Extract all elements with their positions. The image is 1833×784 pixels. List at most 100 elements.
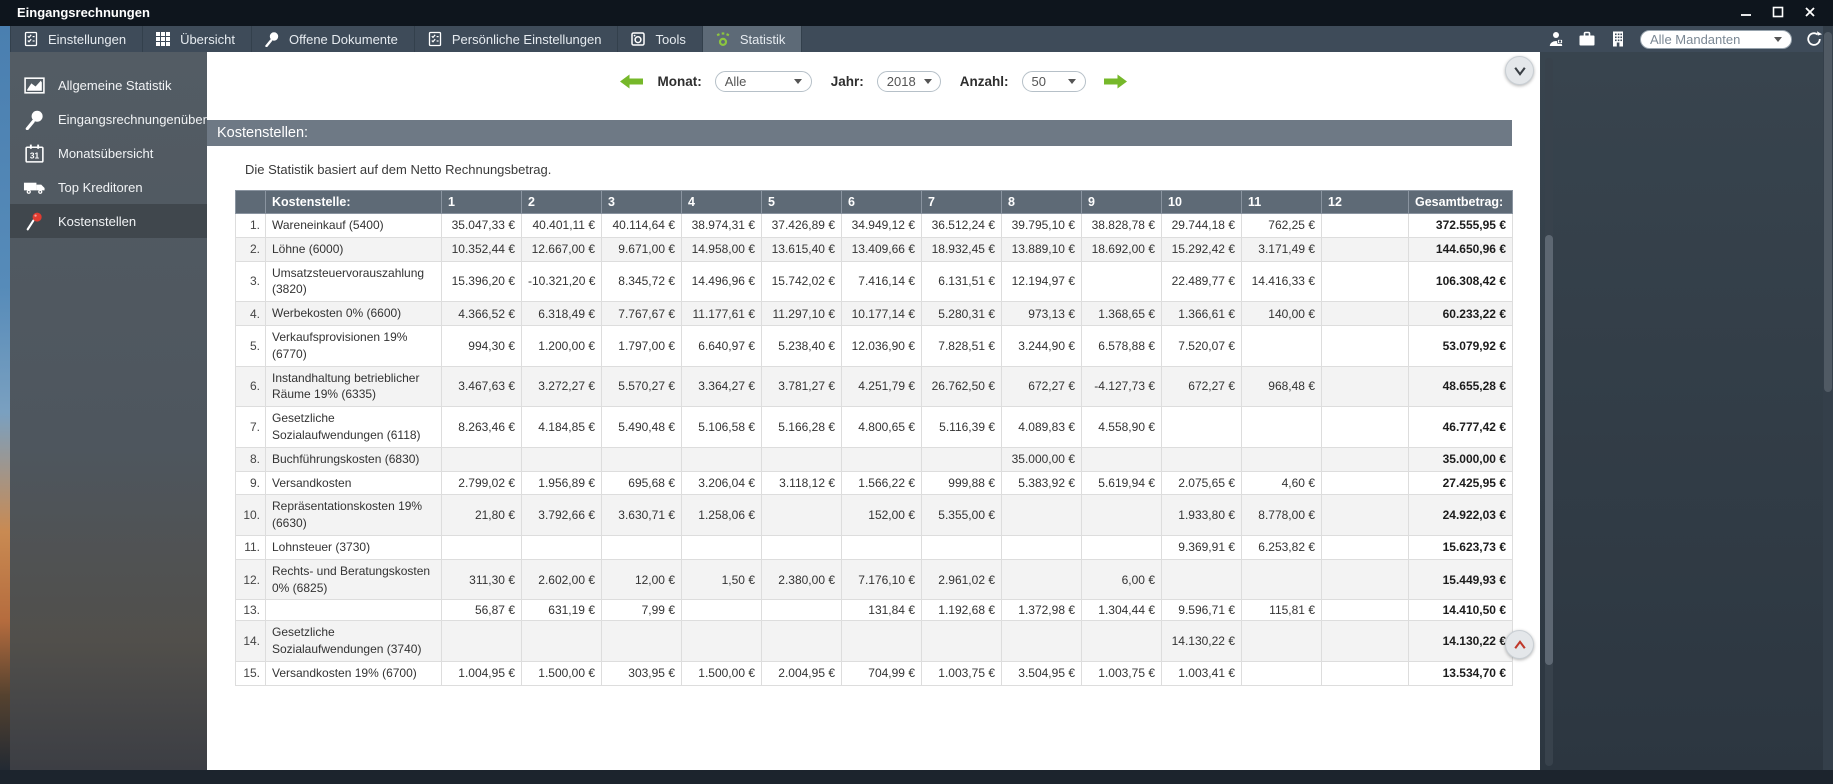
maximize-icon[interactable]	[1770, 4, 1785, 19]
monat-select[interactable]: Alle	[714, 71, 812, 92]
col-header-2: 1	[441, 190, 522, 214]
sidebar-item-label: Eingangsrechnungenübers...	[58, 111, 207, 127]
month-value-cell: 672,27 €	[1001, 365, 1082, 408]
chevron-down-icon	[923, 79, 932, 84]
table-row-6[interactable]: 6. Instandhaltung betrieblicher Räume 19%…	[235, 365, 1513, 408]
anzahl-select[interactable]: 50	[1021, 71, 1086, 92]
col-header-12: 11	[1241, 190, 1322, 214]
month-value-cell	[761, 494, 842, 536]
table-row-14[interactable]: 14. Gesetzliche Sozialaufwendungen (3740)…	[235, 620, 1513, 662]
month-value-cell: 5.116,39 €	[921, 406, 1002, 448]
month-value-cell	[1321, 365, 1409, 408]
sidebar-item-label: Monatsübersicht	[58, 145, 154, 161]
month-value-cell: 8.345,72 €	[601, 260, 682, 303]
total-cell: 35.000,00 €	[1408, 446, 1513, 472]
month-value-cell: 5.238,40 €	[761, 324, 842, 367]
month-value-cell: 1.368,65 €	[1081, 301, 1162, 326]
company-icon[interactable]	[1609, 30, 1627, 48]
month-value-cell: 12.667,00 €	[521, 236, 602, 262]
table-row-7[interactable]: 7. Gesetzliche Sozialaufwendungen (6118) 8…	[235, 406, 1513, 448]
briefcase-icon[interactable]	[1578, 30, 1596, 48]
month-value-cell: 1.003,41 €	[1161, 660, 1242, 686]
sidebar-item-top-kreditoren[interactable]: Top Kreditoren	[10, 170, 207, 204]
table-row-4[interactable]: 4. Werbekosten 0% (6600) 4.366,52 €6.318,4…	[235, 301, 1513, 326]
col-header-7: 6	[841, 190, 922, 214]
table-row-12[interactable]: 12. Rechts- und Beratungskosten 0% (6825)…	[235, 558, 1513, 601]
month-value-cell	[1241, 324, 1322, 367]
table-row-9[interactable]: 9. Versandkosten 2.799,02 €1.956,89 €695,6…	[235, 470, 1513, 496]
kostenstelle-cell: Instandhaltung betrieblicher Räume 19% (…	[265, 365, 442, 408]
jahr-select-value: 2018	[886, 74, 916, 89]
month-value-cell: 7.767,67 €	[601, 301, 682, 326]
scroll-down-button[interactable]	[1505, 56, 1534, 85]
tab-tools[interactable]: Tools	[618, 26, 703, 52]
jahr-select[interactable]: 2018	[876, 71, 941, 92]
sidebar-item-eingangsrechnungenuebersicht[interactable]: Eingangsrechnungenübers...	[10, 102, 207, 136]
area-chart-icon	[23, 75, 46, 96]
chevron-down-icon	[793, 79, 802, 84]
month-value-cell: 152,00 €	[841, 494, 922, 536]
month-value-cell	[1081, 534, 1162, 560]
month-value-cell: 3.792,66 €	[521, 494, 602, 536]
refresh-icon[interactable]	[1805, 30, 1823, 48]
tab-uebersicht[interactable]: Übersicht	[143, 26, 252, 52]
tab-einstellungen[interactable]: Einstellungen	[10, 26, 144, 52]
table-row-3[interactable]: 3. Umsatzsteuervorauszahlung (3820) 15.396…	[235, 260, 1513, 303]
month-value-cell: 12,00 €	[601, 558, 682, 601]
scroll-to-top-button[interactable]	[1505, 630, 1534, 659]
next-period-button[interactable]	[1103, 73, 1128, 90]
month-value-cell: 10.177,14 €	[841, 301, 922, 326]
content-scrollbar-thumb[interactable]	[1545, 235, 1553, 665]
month-value-cell: 140,00 €	[1241, 301, 1322, 326]
month-value-cell: 4.251,79 €	[841, 365, 922, 408]
minimize-icon[interactable]	[1738, 4, 1753, 19]
month-value-cell	[841, 620, 922, 662]
month-value-cell	[521, 446, 602, 472]
month-value-cell: 3.781,27 €	[761, 365, 842, 408]
table-row-13[interactable]: 13. 56,87 €631,19 €7,99 € 131,84 €1.192,68…	[235, 599, 1513, 622]
table-row-5[interactable]: 5. Verkaufsprovisionen 19% (6770) 994,30 €…	[235, 324, 1513, 367]
table-row-15[interactable]: 15. Versandkosten 19% (6700) 1.004,95 €1.5…	[235, 660, 1513, 686]
sidebar-item-kostenstellen[interactable]: Kostenstellen	[10, 204, 207, 238]
table-row-8[interactable]: 8. Buchführungskosten (6830) 35.000,00 € 35…	[235, 446, 1513, 472]
month-value-cell: 6.131,51 €	[921, 260, 1002, 303]
client-select[interactable]: Alle Mandanten	[1640, 29, 1792, 49]
month-value-cell: 34.949,12 €	[841, 213, 922, 238]
sidebar-item-monatsuebersicht[interactable]: 31 Monatsübersicht	[10, 136, 207, 170]
table-row-10[interactable]: 10. Repräsentationskosten 19% (6630) 21,80…	[235, 494, 1513, 536]
month-value-cell	[761, 534, 842, 560]
month-value-cell: 8.778,00 €	[1241, 494, 1322, 536]
month-value-cell: 14.958,00 €	[681, 236, 762, 262]
tab-persoenliche-einstellungen[interactable]: Persönliche Einstellungen	[415, 26, 619, 52]
table-header-row: Kostenstelle: 1 2 3 4 5 6 7 8 9 10 11 12 Gesamtbetrag…	[235, 190, 1513, 214]
month-value-cell: 1.372,98 €	[1001, 599, 1082, 622]
sidebar-item-allgemeine-statistik[interactable]: Allgemeine Statistik	[10, 68, 207, 102]
month-value-cell	[681, 620, 762, 662]
month-value-cell	[1321, 660, 1409, 686]
month-value-cell	[441, 620, 522, 662]
col-header-5: 4	[681, 190, 762, 214]
month-value-cell: 6.640,97 €	[681, 324, 762, 367]
month-value-cell	[921, 620, 1002, 662]
month-value-cell: 762,25 €	[1241, 213, 1322, 238]
table-row-2[interactable]: 2. Löhne (6000) 10.352,44 €12.667,00 €9.67…	[235, 236, 1513, 262]
row-number-cell: 12.	[235, 558, 266, 601]
tab-statistik[interactable]: Statistik	[702, 26, 803, 52]
month-value-cell: 29.744,18 €	[1161, 213, 1242, 238]
month-value-cell	[761, 599, 842, 622]
month-value-cell: 35.000,00 €	[1001, 446, 1082, 472]
close-icon[interactable]	[1802, 4, 1817, 19]
previous-period-button[interactable]	[619, 73, 644, 90]
user-icon[interactable]	[1547, 30, 1565, 48]
page-scrollbar-thumb[interactable]	[1824, 32, 1832, 392]
table-row-1[interactable]: 1. Wareneinkauf (5400) 35.047,33 €40.401,1…	[235, 213, 1513, 238]
tab-offene-dokumente[interactable]: Offene Dokumente	[252, 26, 415, 52]
table-row-11[interactable]: 11. Lohnsteuer (3730) 9.369,91 €6.253,82 €…	[235, 534, 1513, 560]
month-value-cell	[1321, 620, 1409, 662]
month-value-cell	[1321, 599, 1409, 622]
month-value-cell: 2.075,65 €	[1161, 470, 1242, 496]
kostenstellen-table: Kostenstelle: 1 2 3 4 5 6 7 8 9 10 11 12 Gesamtbetrag…	[235, 190, 1513, 686]
month-value-cell: 13.889,10 €	[1001, 236, 1082, 262]
month-value-cell: 631,19 €	[521, 599, 602, 622]
chevron-down-icon	[1067, 79, 1076, 84]
